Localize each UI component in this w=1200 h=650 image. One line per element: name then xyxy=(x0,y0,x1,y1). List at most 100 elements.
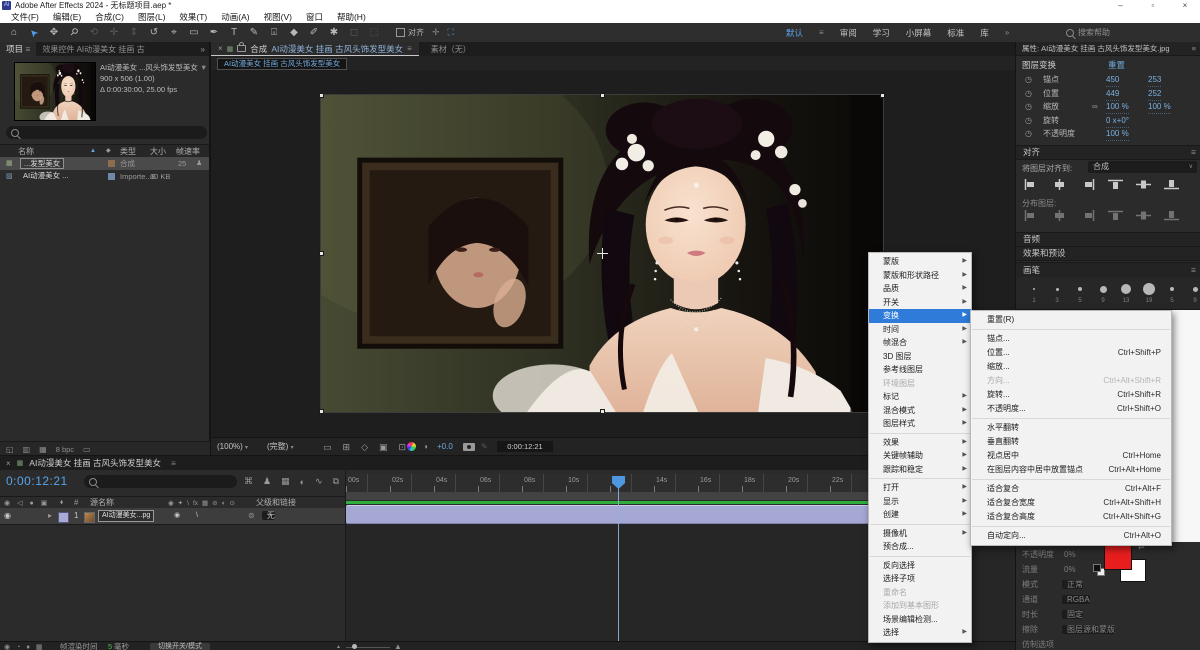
shy-icon[interactable]: ♟ xyxy=(263,476,271,487)
project-row[interactable]: ▦...发型美女合成25♟ xyxy=(0,157,209,170)
pen-tool[interactable]: ✒ xyxy=(204,23,224,42)
switch-icon-3[interactable]: fx xyxy=(193,500,198,507)
label-swatch[interactable] xyxy=(108,173,115,180)
eraser-tool[interactable]: ◆ xyxy=(284,23,304,42)
align-h-center-button[interactable] xyxy=(1052,179,1067,192)
property-value[interactable]: 100 % xyxy=(1106,100,1129,114)
distribute-right-button[interactable] xyxy=(1080,210,1095,223)
reset-button[interactable]: 重置 xyxy=(1108,59,1125,71)
switch-icon-1[interactable]: ✦ xyxy=(178,499,183,507)
selection-handle[interactable] xyxy=(319,93,324,98)
align-right-button[interactable] xyxy=(1080,179,1095,192)
menu-item-30[interactable]: 选择▶ xyxy=(869,626,971,640)
align-bottom-button[interactable] xyxy=(1164,179,1179,192)
menu-item-8[interactable]: 参考线图层 xyxy=(869,363,971,377)
status-icon-0[interactable]: ◉ xyxy=(4,643,10,650)
menubar-item-6[interactable]: 视图(V) xyxy=(257,11,299,23)
snapshot-icon[interactable]: ⧉ xyxy=(333,476,339,487)
switch-icon-0[interactable]: ◉ xyxy=(168,499,174,507)
menu-item-7[interactable]: 不透明度...Ctrl+Shift+O xyxy=(971,402,1171,416)
selection-handle[interactable] xyxy=(880,93,885,98)
region-of-interest-icon[interactable]: ⛶ xyxy=(448,27,454,38)
menu-item-12[interactable]: 图层样式▶ xyxy=(869,417,971,431)
tab-menu-icon[interactable]: ≡ xyxy=(407,44,412,53)
timeline-tab-name[interactable]: AI动漫美女 挂画 古风头饰发型美女 xyxy=(23,457,161,469)
workspace-overflow-icon[interactable]: » xyxy=(1005,28,1009,37)
default-colors-icon[interactable] xyxy=(1093,564,1101,572)
audio-icon[interactable]: ◁ xyxy=(17,499,22,507)
menu-item-1[interactable]: 蒙版和形状路径▶ xyxy=(869,269,971,283)
puppet-pin-tool[interactable]: ✱ xyxy=(324,23,344,42)
status-icon-1[interactable]: ◔ xyxy=(16,644,20,650)
brush-size-button[interactable] xyxy=(1143,283,1155,295)
property-label[interactable]: 位置 xyxy=(1043,87,1059,100)
property-value[interactable]: 450 xyxy=(1106,73,1119,87)
interpret-footage-icon[interactable]: ◱ xyxy=(6,445,14,454)
switch-icon-5[interactable]: ⊘ xyxy=(212,499,217,507)
layer-visibility-icon[interactable]: ◉ xyxy=(4,508,11,524)
project-row[interactable]: ▨AI动漫美女 ...Importe...660 KB xyxy=(0,170,209,183)
align-left-button[interactable] xyxy=(1024,179,1039,192)
status-icon-2[interactable]: ♦ xyxy=(26,644,30,650)
selection-handle[interactable] xyxy=(319,409,324,414)
foreground-color-swatch[interactable] xyxy=(1104,542,1132,570)
close-icon[interactable]: × xyxy=(0,459,11,468)
brushes-panel-header[interactable]: 画笔≡ xyxy=(1016,262,1200,278)
region-of-interest-icon[interactable]: ▣ xyxy=(379,442,388,453)
menu-item-6[interactable]: 旋转...Ctrl+Shift+R xyxy=(971,388,1171,402)
menu-item-12[interactable]: 在图层内容中居中放置锚点Ctrl+Alt+Home xyxy=(971,463,1171,477)
tab-overflow-icon[interactable]: » xyxy=(201,45,205,54)
menu-item-4[interactable]: 缩放... xyxy=(971,360,1171,374)
menubar-item-4[interactable]: 效果(T) xyxy=(172,11,214,23)
menu-item-15[interactable]: 关键帧辅助▶ xyxy=(869,449,971,463)
channel-icon[interactable] xyxy=(407,442,416,451)
viewer-timecode[interactable]: 0:00:12:21 xyxy=(497,441,553,452)
layer-quality-icon[interactable]: ◉ xyxy=(174,508,180,524)
brush-size-button[interactable] xyxy=(1100,286,1107,293)
property-value[interactable]: 449 xyxy=(1106,87,1119,101)
view-layout-icon[interactable]: ▭ xyxy=(323,442,332,453)
layer-quality-switch-icon[interactable]: \ xyxy=(196,508,198,524)
property-label[interactable]: 锚点 xyxy=(1043,73,1059,86)
switch-icon-2[interactable]: \ xyxy=(187,500,189,507)
delete-icon[interactable]: ▭ xyxy=(83,445,91,454)
menu-item-2[interactable]: 品质▶ xyxy=(869,282,971,296)
menu-item-0[interactable]: 重置(R) xyxy=(971,313,1171,327)
status-icon-3[interactable]: ▦ xyxy=(36,643,43,650)
panel-menu-icon[interactable]: ≡ xyxy=(1191,263,1196,277)
menu-item-2[interactable]: 锚点... xyxy=(971,332,1171,346)
property-value[interactable]: 0 x+0° xyxy=(1106,114,1129,128)
flowchart-icon[interactable]: ⌘ xyxy=(244,476,253,487)
bit-depth-label[interactable]: 8 bpc xyxy=(56,445,74,454)
zoom-out-mountain-icon[interactable]: ▲ xyxy=(336,644,341,650)
switch-icon-7[interactable]: ⊙ xyxy=(230,499,235,507)
camera-tool[interactable]: ⌖ xyxy=(164,23,184,42)
menu-item-23[interactable]: 预合成... xyxy=(869,540,971,554)
menu-item-15[interactable]: 适合复合宽度Ctrl+Alt+Shift+H xyxy=(971,496,1171,510)
menu-item-3[interactable]: 开关▶ xyxy=(869,296,971,310)
menu-item-10[interactable]: 垂直翻转 xyxy=(971,435,1171,449)
menu-item-7[interactable]: 3D 图层 xyxy=(869,350,971,364)
distribute-bottom-button[interactable] xyxy=(1164,210,1179,223)
menubar-item-7[interactable]: 窗口 xyxy=(299,11,330,23)
roto-brush-tool[interactable]: ✐ xyxy=(304,23,324,42)
hand-tool[interactable]: ✥ xyxy=(44,23,64,42)
menu-item-5[interactable]: 时间▶ xyxy=(869,323,971,337)
effects-presets-panel-header[interactable]: 效果和预设 xyxy=(1016,246,1200,261)
align-top-button[interactable] xyxy=(1108,179,1123,192)
menu-item-6[interactable]: 帧混合▶ xyxy=(869,336,971,350)
selection-handle[interactable] xyxy=(319,251,324,256)
menu-item-16[interactable]: 跟踪和稳定▶ xyxy=(869,463,971,477)
menu-item-11[interactable]: 视点居中Ctrl+Home xyxy=(971,449,1171,463)
property-value[interactable]: 100 % xyxy=(1148,100,1171,114)
stopwatch-icon[interactable]: ◷ xyxy=(1025,127,1032,140)
restore-button[interactable]: ▫ xyxy=(1138,0,1168,11)
brush-size-button[interactable] xyxy=(1121,284,1131,294)
clone-stamp-tool[interactable]: ⌻ xyxy=(264,23,284,42)
parent-pickwhip-icon[interactable]: ⊚ xyxy=(248,508,255,524)
stopwatch-icon[interactable]: ◷ xyxy=(1025,114,1032,127)
workspace-tab-5[interactable]: 库 xyxy=(980,27,989,39)
new-folder-icon[interactable]: ▥ xyxy=(23,445,31,454)
switch-icon-6[interactable]: ◐ xyxy=(222,500,226,507)
property-label[interactable]: 不透明度 xyxy=(1043,127,1075,140)
